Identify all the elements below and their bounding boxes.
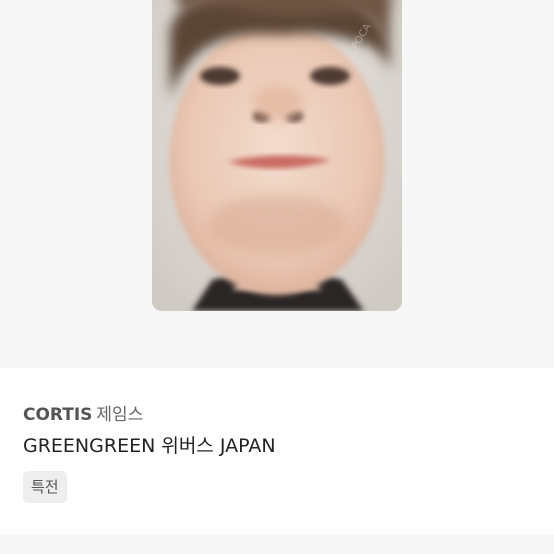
listing-title: CORTIS 제임스	[23, 400, 143, 425]
brand-name: CORTIS	[23, 405, 93, 425]
member-name: 제임스	[96, 405, 144, 425]
benefit-tag: 특전	[23, 471, 67, 503]
photocard-photo: POCA	[152, 0, 402, 311]
listing-info[interactable]: CORTIS 제임스 GREENGREEN 위버스 JAPAN 특전	[0, 368, 554, 534]
listing-page: POCA CORTIS 제임스 GREENGREEN 위버스 JAPAN 특전	[0, 0, 554, 554]
listing-subtitle: GREENGREEN 위버스 JAPAN	[23, 435, 276, 457]
product-image-area[interactable]: POCA	[0, 0, 554, 368]
bottom-divider	[0, 534, 554, 554]
photocard-image[interactable]: POCA	[152, 0, 402, 311]
